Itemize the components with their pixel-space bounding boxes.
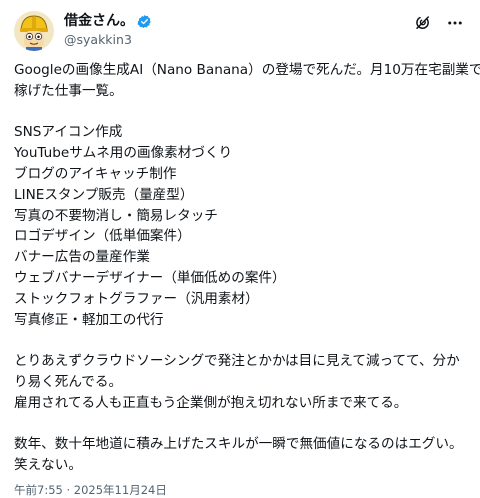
tweet-line: 稼げた仕事一覧。 [14,82,123,99]
tweet-line: り易く死んでる。 [14,373,123,390]
tweet-line: 写真修正・軽加工の代行 [14,311,164,328]
tweet-line: ロゴデザイン（低単価案件） [14,228,191,245]
display-name[interactable]: 借金さん。 [64,12,134,30]
tweet-line: 雇用されてる人も正直もう企業側が抱え切れない所まで来てる。 [14,394,408,411]
tweet-text: Googleの画像生成AI（Nano Banana）の登場で死んだ。月10万在宅… [14,60,480,476]
tweet-line: SNSアイコン作成 [14,124,123,141]
handle[interactable]: @syakkin3 [64,31,152,48]
verified-badge-icon [137,14,152,29]
tweet-timestamp[interactable]: 午前7:55 · 2025年11月24日 [14,482,466,498]
grok-icon[interactable] [414,14,432,32]
header-actions [414,14,464,32]
tweet-line: LINEスタンプ販売（量産型） [14,186,194,203]
tweet-line: 写真の不要物消し・簡易レタッチ [14,207,218,224]
tweet-line: 数年、数十年地道に積み上げたスキルが一瞬で無価値になるのはエグい。 [14,436,463,453]
tweet-line: Googleの画像生成AI（Nano Banana）の登場で死んだ。月10万在宅… [14,62,480,78]
avatar[interactable] [14,11,54,51]
tweet-card: 借金さん。 @syakkin3 Googleの画像生成AI（Nano Banan… [0,0,480,497]
tweet-line: YouTubeサムネ用の画像素材づくり [14,145,233,162]
tweet-line: ストックフォトグラファー（汎用素材） [14,290,259,307]
tweet-line: 笑えない。 [14,457,82,474]
tweet-header: 借金さん。 @syakkin3 [14,10,466,54]
tweet-line: とりあえずクラウドソーシングで発注とかかは目に見えて減ってて、分か [14,353,460,370]
tweet-line: ブログのアイキャッチ制作 [14,165,177,182]
tweet-line: ウェブバナーデザイナー（単価低めの案件） [14,269,286,286]
tweet-line: バナー広告の量産作業 [14,249,150,266]
more-options-icon[interactable] [446,14,464,32]
author-names: 借金さん。 @syakkin3 [64,12,152,48]
